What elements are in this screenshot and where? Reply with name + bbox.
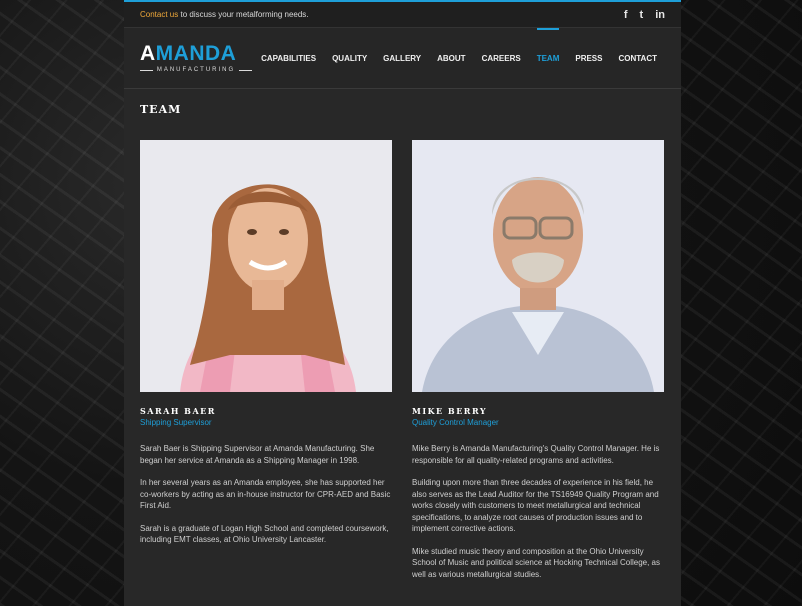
team-member-photo bbox=[412, 140, 664, 392]
top-bar: Contact us to discuss your metalforming … bbox=[124, 0, 681, 27]
nav-careers[interactable]: CAREERS bbox=[474, 28, 529, 88]
facebook-icon[interactable]: f bbox=[624, 9, 628, 21]
page-container: Contact us to discuss your metalforming … bbox=[124, 0, 681, 606]
site-header: A MANDA MANUFACTURING CAPABILITIES QUALIT… bbox=[124, 27, 681, 89]
nav-capabilities[interactable]: CAPABILITIES bbox=[253, 28, 324, 88]
member-role: Shipping Supervisor bbox=[140, 418, 212, 427]
nav-press[interactable]: PRESS bbox=[567, 28, 610, 88]
linkedin-icon[interactable]: in bbox=[655, 9, 665, 21]
nav-team[interactable]: TEAM bbox=[529, 28, 568, 88]
nav-quality[interactable]: QUALITY bbox=[324, 28, 375, 88]
nav-about[interactable]: ABOUT bbox=[429, 28, 473, 88]
twitter-icon[interactable]: t bbox=[640, 9, 644, 21]
member-bio: Sarah Baer is Shipping Supervisor at Ama… bbox=[140, 444, 391, 544]
page-title: TEAM bbox=[140, 103, 182, 116]
contact-prompt: Contact us to discuss your metalforming … bbox=[140, 10, 309, 19]
member-name: MIKE BERRY bbox=[412, 406, 488, 416]
nav-gallery[interactable]: GALLERY bbox=[375, 28, 429, 88]
amanda-logo[interactable]: A MANDA MANUFACTURING bbox=[140, 43, 252, 73]
social-links: f t in bbox=[624, 9, 665, 21]
member-bio: Mike Berry is Amanda Manufacturing's Qua… bbox=[412, 444, 660, 579]
team-member-card: SARAH BAER Shipping Supervisor Sarah Bae… bbox=[140, 140, 392, 557]
nav-contact[interactable]: CONTACT bbox=[610, 28, 665, 88]
team-member-card: MIKE BERRY Quality Control Manager Mike … bbox=[412, 140, 664, 591]
member-name: SARAH BAER bbox=[140, 406, 216, 416]
main-nav: CAPABILITIES QUALITY GALLERY ABOUT CAREE… bbox=[253, 28, 665, 88]
contact-us-link[interactable]: Contact us bbox=[140, 10, 178, 19]
team-member-photo bbox=[140, 140, 392, 392]
member-role: Quality Control Manager bbox=[412, 418, 499, 427]
